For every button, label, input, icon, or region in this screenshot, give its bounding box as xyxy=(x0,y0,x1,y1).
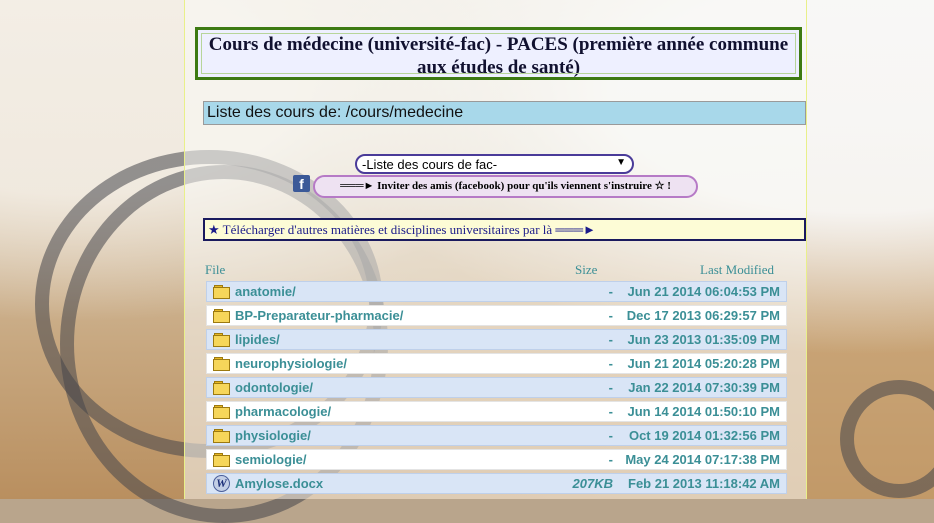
page-title: Cours de médecine (université-fac) - PAC… xyxy=(195,27,802,80)
file-name-link[interactable]: odontologie/ xyxy=(235,380,313,395)
dropdown-arrow-icon: ▼ xyxy=(616,157,626,168)
file-name-link[interactable]: Amylose.docx xyxy=(235,476,323,491)
file-name-link[interactable]: anatomie/ xyxy=(235,284,296,299)
file-list: anatomie/- Jun 21 2014 06:04:53 PM BP-Prep… xyxy=(206,281,787,497)
folder-icon xyxy=(213,428,230,443)
stethoscope-chestpiece xyxy=(840,380,934,498)
file-size: - xyxy=(608,332,613,347)
file-name-link[interactable]: pharmacologie/ xyxy=(235,404,331,419)
file-modified: Jun 21 2014 05:20:28 PM xyxy=(627,356,780,371)
file-size: - xyxy=(608,284,613,299)
file-name-link[interactable]: neurophysiologie/ xyxy=(235,356,347,371)
folder-icon xyxy=(213,356,230,371)
file-modified: May 24 2014 07:17:38 PM xyxy=(625,452,780,467)
file-name-link[interactable]: BP-Preparateur-pharmacie/ xyxy=(235,308,403,323)
file-modified: Feb 21 2013 11:18:42 AM xyxy=(628,476,780,491)
table-row[interactable]: BP-Preparateur-pharmacie/ - Dec 17 2013 06… xyxy=(206,305,787,326)
course-select-value: -Liste des cours de fac- xyxy=(362,157,498,172)
file-size: - xyxy=(608,452,613,467)
table-row[interactable]: anatomie/ - Jun 21 2014 06:04:53 PM xyxy=(206,281,787,302)
file-size: 207KB xyxy=(572,476,613,491)
folder-icon xyxy=(213,332,230,347)
column-header-file[interactable]: File xyxy=(205,262,225,278)
file-size: - xyxy=(608,308,613,323)
facebook-icon[interactable]: f xyxy=(293,175,310,192)
file-name-link[interactable]: semiologie/ xyxy=(235,452,307,467)
table-row[interactable]: physiologie/ - Oct 19 2014 01:32:56 PM xyxy=(206,425,787,446)
folder-icon xyxy=(213,380,230,395)
file-size: - xyxy=(608,356,613,371)
table-row[interactable]: neurophysiologie/ - Jun 21 2014 05:20:28 P… xyxy=(206,353,787,374)
column-header-size[interactable]: Size xyxy=(575,262,597,278)
table-row[interactable]: W Amylose.docx 207KB Feb 21 2013 11:18:42 A… xyxy=(206,473,787,494)
listing-path: Liste des cours de: /cours/medecine xyxy=(203,101,806,125)
folder-icon xyxy=(213,404,230,419)
file-modified: Jun 23 2013 01:35:09 PM xyxy=(627,332,780,347)
file-size: - xyxy=(608,380,613,395)
file-name-link[interactable]: lipides/ xyxy=(235,332,280,347)
folder-icon xyxy=(213,284,230,299)
file-modified: Dec 17 2013 06:29:57 PM xyxy=(626,308,780,323)
download-more-link[interactable]: ★ Télécharger d'autres matières et disci… xyxy=(203,218,806,241)
invite-friends-button[interactable]: ═══► Inviter des amis (facebook) pour qu… xyxy=(313,175,698,198)
file-size: - xyxy=(608,428,613,443)
table-row[interactable]: semiologie/ - May 24 2014 07:17:38 PM xyxy=(206,449,787,470)
file-name-link[interactable]: physiologie/ xyxy=(235,428,311,443)
folder-icon xyxy=(213,452,230,467)
column-header-modified[interactable]: Last Modified xyxy=(700,262,774,278)
file-modified: Oct 19 2014 01:32:56 PM xyxy=(628,428,780,443)
folder-icon xyxy=(213,308,230,323)
file-modified: Jun 21 2014 06:04:53 PM xyxy=(627,284,780,299)
table-row[interactable]: pharmacologie/ - Jun 14 2014 01:50:10 PM xyxy=(206,401,787,422)
file-size: - xyxy=(608,404,613,419)
table-row[interactable]: odontologie/ - Jan 22 2014 07:30:39 PM xyxy=(206,377,787,398)
word-doc-icon: W xyxy=(213,475,230,492)
table-row[interactable]: lipides/ - Jun 23 2013 01:35:09 PM xyxy=(206,329,787,350)
file-modified: Jan 22 2014 07:30:39 PM xyxy=(628,380,780,395)
course-select[interactable]: -Liste des cours de fac- ▼ xyxy=(355,154,634,174)
file-modified: Jun 14 2014 01:50:10 PM xyxy=(627,404,780,419)
